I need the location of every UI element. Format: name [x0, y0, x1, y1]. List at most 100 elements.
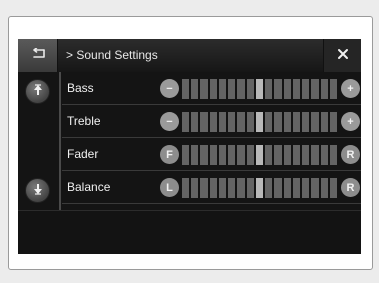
slider-segment [182, 79, 190, 99]
slider-segment [191, 145, 199, 165]
slider-segment [265, 112, 273, 132]
screen: > Sound Settings Bass − + Treble − + Fad… [18, 39, 361, 254]
close-button[interactable] [323, 39, 361, 72]
slider-segment [265, 145, 273, 165]
slider-segment [237, 79, 245, 99]
slider-segment [329, 79, 337, 99]
scroll-up-button[interactable] [25, 79, 50, 104]
slider-segment [274, 145, 282, 165]
slider-segment [311, 112, 319, 132]
slider-segment [209, 79, 217, 99]
slider-segment [255, 112, 264, 132]
slider-segment [200, 79, 208, 99]
slider-segment [218, 178, 227, 198]
header-bar: > Sound Settings [18, 39, 361, 72]
balance-row: Balance L R [62, 171, 361, 204]
scroll-down-button[interactable] [25, 178, 50, 203]
slider-segment [302, 178, 310, 198]
slider-segment [329, 145, 337, 165]
back-arrow-icon [30, 46, 46, 65]
balance-right-button[interactable]: R [341, 178, 360, 197]
scroll-down-icon [33, 182, 43, 200]
slider-segment [320, 145, 328, 165]
slider-segment [246, 145, 254, 165]
slider-segment [320, 178, 328, 198]
treble-decrease-button[interactable]: − [160, 112, 179, 131]
scroll-up-icon [33, 83, 43, 101]
slider-segment [265, 79, 273, 99]
bass-label: Bass [67, 81, 94, 95]
footer-bar [18, 210, 361, 254]
page-title: > Sound Settings [66, 48, 158, 62]
bass-slider[interactable] [182, 79, 337, 99]
slider-segment [218, 112, 227, 132]
slider-segment [246, 178, 254, 198]
fader-slider[interactable] [182, 145, 337, 165]
fader-label: Fader [67, 147, 99, 161]
slider-segment [237, 112, 245, 132]
slider-segment [283, 145, 291, 165]
slider-segment [246, 112, 254, 132]
fader-rear-button[interactable]: R [341, 145, 360, 164]
slider-segment [292, 178, 301, 198]
slider-segment [209, 178, 217, 198]
treble-increase-button[interactable]: + [341, 112, 360, 131]
slider-segment [292, 145, 301, 165]
scroll-column [18, 72, 58, 210]
slider-segment [311, 79, 319, 99]
bass-decrease-button[interactable]: − [160, 79, 179, 98]
slider-segment [283, 178, 291, 198]
slider-segment [320, 79, 328, 99]
slider-segment [191, 112, 199, 132]
slider-segment [302, 145, 310, 165]
slider-segment [302, 112, 310, 132]
slider-segment [237, 178, 245, 198]
slider-segment [209, 112, 217, 132]
slider-segment [228, 145, 236, 165]
fader-front-button[interactable]: F [160, 145, 179, 164]
scrollbar-track[interactable] [59, 72, 61, 210]
slider-segment [209, 145, 217, 165]
treble-label: Treble [67, 114, 101, 128]
treble-row: Treble − + [62, 105, 361, 138]
slider-segment [200, 112, 208, 132]
slider-segment [265, 178, 273, 198]
slider-segment [274, 79, 282, 99]
back-button[interactable] [18, 39, 58, 72]
slider-segment [283, 79, 291, 99]
slider-segment [320, 112, 328, 132]
slider-segment [311, 145, 319, 165]
slider-segment [200, 178, 208, 198]
slider-segment [255, 178, 264, 198]
slider-segment [228, 79, 236, 99]
slider-segment [237, 145, 245, 165]
treble-slider[interactable] [182, 112, 337, 132]
slider-segment [292, 112, 301, 132]
slider-segment [246, 79, 254, 99]
balance-label: Balance [67, 180, 111, 194]
slider-segment [283, 112, 291, 132]
slider-segment [274, 112, 282, 132]
settings-list: Bass − + Treble − + Fader F R Balance L … [18, 72, 361, 210]
fader-row: Fader F R [62, 138, 361, 171]
slider-segment [255, 145, 264, 165]
slider-segment [228, 178, 236, 198]
bass-increase-button[interactable]: + [341, 79, 360, 98]
slider-segment [311, 178, 319, 198]
slider-segment [255, 79, 264, 99]
slider-segment [218, 145, 227, 165]
balance-left-button[interactable]: L [160, 178, 179, 197]
close-icon [337, 47, 349, 65]
slider-segment [274, 178, 282, 198]
slider-segment [302, 79, 310, 99]
slider-segment [329, 112, 337, 132]
slider-segment [218, 79, 227, 99]
slider-segment [292, 79, 301, 99]
slider-segment [182, 112, 190, 132]
slider-segment [182, 145, 190, 165]
slider-segment [182, 178, 190, 198]
slider-segment [228, 112, 236, 132]
slider-segment [191, 178, 199, 198]
balance-slider[interactable] [182, 178, 337, 198]
bass-row: Bass − + [62, 72, 361, 105]
